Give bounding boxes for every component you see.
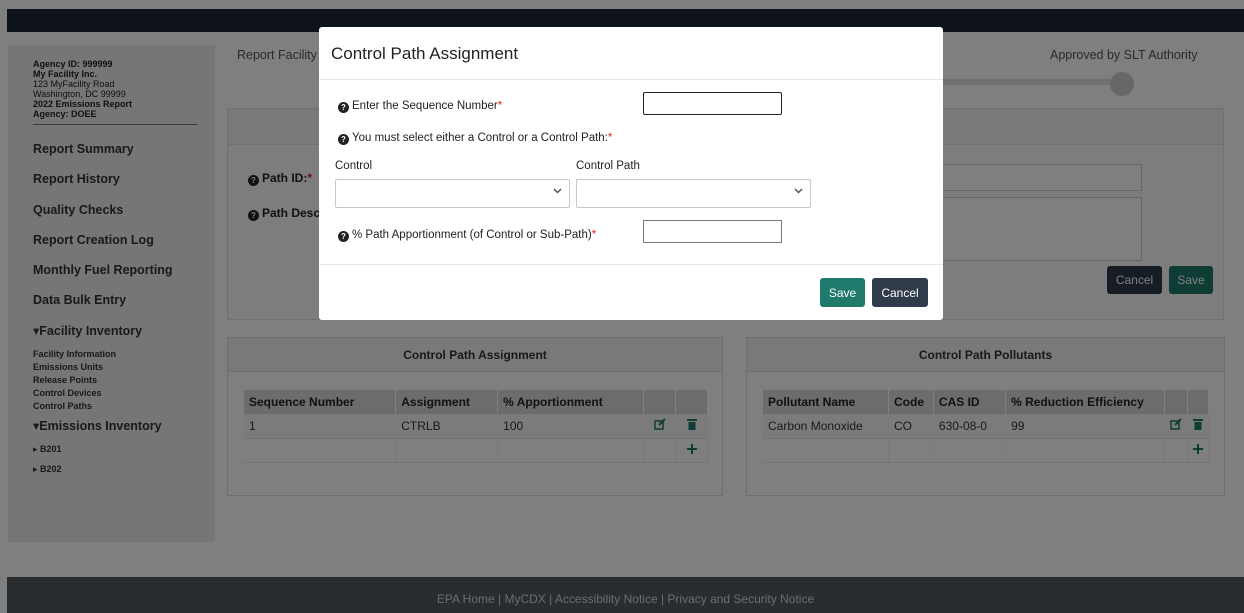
chevron-down-icon — [794, 186, 803, 198]
cancel-button[interactable]: Cancel — [872, 278, 928, 307]
apportionment-input[interactable] — [643, 220, 782, 243]
apportionment-label: ?% Path Apportionment (of Control or Sub… — [338, 229, 596, 242]
modal-header-divider — [319, 79, 943, 80]
question-circle-icon[interactable]: ? — [338, 134, 349, 145]
control-label: Control — [335, 160, 373, 172]
modal-footer-divider — [319, 264, 943, 265]
save-button[interactable]: Save — [820, 278, 865, 307]
control-path-assignment-modal: Control Path Assignment ? Enter the Seque… — [319, 27, 943, 320]
sequence-number-input[interactable] — [643, 92, 782, 115]
control-select[interactable] — [335, 179, 570, 208]
control-selection-prompt: ? You must select either a Control or a C… — [338, 132, 612, 145]
question-circle-icon[interactable]: ? — [338, 102, 349, 113]
modal-title: Control Path Assignment — [331, 44, 519, 63]
control-path-label: Control Path — [576, 160, 640, 172]
sequence-number-label: ? Enter the Sequence Number* — [338, 100, 502, 113]
control-path-select[interactable] — [576, 179, 811, 208]
chevron-down-icon — [553, 186, 562, 198]
question-circle-icon[interactable]: ? — [338, 231, 349, 242]
